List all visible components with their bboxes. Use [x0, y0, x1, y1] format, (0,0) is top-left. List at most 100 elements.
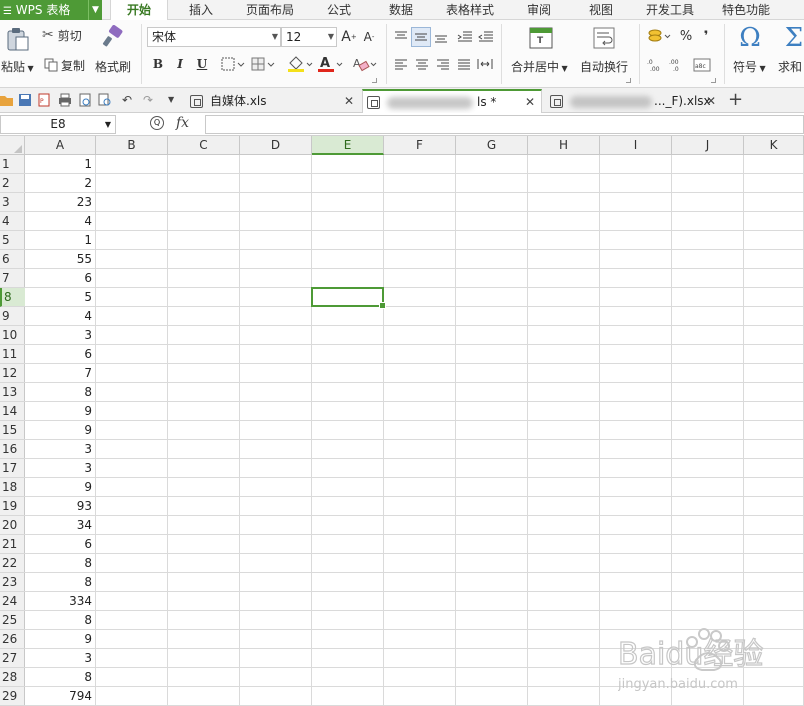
cell-a17[interactable]: 3: [25, 459, 95, 478]
row-header[interactable]: 27: [0, 649, 25, 668]
row-header[interactable]: 4: [0, 212, 25, 231]
cell-a24[interactable]: 334: [25, 592, 95, 611]
cell-a4[interactable]: 4: [25, 212, 95, 231]
wrap-text-button[interactable]: [592, 26, 616, 50]
row-header[interactable]: 1: [0, 155, 25, 174]
column-header-e[interactable]: E: [312, 136, 384, 155]
tab-page-layout[interactable]: 页面布局: [246, 0, 294, 20]
increase-font-icon[interactable]: A +: [340, 27, 358, 47]
column-header-c[interactable]: C: [168, 136, 240, 155]
thousands-separator-button[interactable]: ❜: [699, 27, 713, 45]
cell-a13[interactable]: 8: [25, 383, 95, 402]
row-header[interactable]: 17: [0, 459, 25, 478]
new-tab-plus-icon[interactable]: +: [728, 89, 743, 110]
merge-center-button[interactable]: T: [528, 26, 554, 50]
row-header[interactable]: 21: [0, 535, 25, 554]
cut-button[interactable]: ✂ 剪切: [42, 26, 90, 44]
tab-data[interactable]: 数据: [389, 0, 413, 20]
borders-button[interactable]: [220, 56, 246, 72]
column-header-j[interactable]: J: [672, 136, 744, 155]
tab-table-style[interactable]: 表格样式: [446, 0, 494, 20]
row-header[interactable]: 3: [0, 193, 25, 212]
row-header[interactable]: 10: [0, 326, 25, 345]
percent-button[interactable]: %: [677, 27, 695, 45]
cell-style-button[interactable]: [250, 56, 276, 72]
insert-function-button[interactable]: fx: [176, 115, 189, 131]
tab-insert[interactable]: 插入: [189, 0, 213, 20]
chevron-down-icon[interactable]: ▼: [88, 0, 102, 20]
distribute-button[interactable]: [476, 56, 494, 72]
row-header[interactable]: 16: [0, 440, 25, 459]
row-header[interactable]: 20: [0, 516, 25, 535]
align-top-button[interactable]: [392, 28, 410, 46]
row-header[interactable]: 8: [0, 288, 25, 307]
format-painter-button[interactable]: [99, 24, 127, 50]
cell-a6[interactable]: 55: [25, 250, 95, 269]
row-header[interactable]: 12: [0, 364, 25, 383]
close-icon[interactable]: ✕: [525, 91, 535, 113]
export-pdf-icon[interactable]: P: [37, 93, 51, 107]
cell-a1[interactable]: 1: [25, 155, 95, 174]
row-header[interactable]: 2: [0, 174, 25, 193]
column-header-h[interactable]: H: [528, 136, 600, 155]
row-header[interactable]: 9: [0, 307, 25, 326]
wrap-text-label[interactable]: 自动换行: [580, 58, 628, 75]
underline-button[interactable]: U: [194, 54, 210, 74]
zoom-icon[interactable]: Q: [150, 116, 164, 130]
font-dialog-launcher[interactable]: [372, 78, 377, 83]
doc-tab-2[interactable]: ls * ✕: [362, 89, 542, 113]
cell-a9[interactable]: 4: [25, 307, 95, 326]
align-left-button[interactable]: [392, 56, 410, 72]
tab-formulas[interactable]: 公式: [327, 0, 351, 20]
column-header-i[interactable]: I: [600, 136, 672, 155]
cell-a10[interactable]: 3: [25, 326, 95, 345]
cell-a14[interactable]: 9: [25, 402, 95, 421]
tab-home[interactable]: 开始: [110, 0, 168, 21]
row-header[interactable]: 24: [0, 592, 25, 611]
sum-label[interactable]: 求和: [778, 58, 802, 75]
selected-cell[interactable]: [311, 287, 386, 309]
cell-a2[interactable]: 2: [25, 174, 95, 193]
cell-a21[interactable]: 6: [25, 535, 95, 554]
row-header[interactable]: 15: [0, 421, 25, 440]
align-middle-button[interactable]: [411, 27, 431, 47]
cell-a3[interactable]: 23: [25, 193, 95, 212]
merge-center-label[interactable]: 合并居中 ▼: [511, 58, 568, 75]
column-header-b[interactable]: B: [96, 136, 168, 155]
currency-format-button[interactable]: [646, 27, 674, 45]
cell-a20[interactable]: 34: [25, 516, 95, 535]
clear-format-button[interactable]: A: [350, 54, 378, 74]
italic-button[interactable]: I: [172, 54, 188, 74]
decrease-indent-button[interactable]: [456, 28, 474, 46]
row-header[interactable]: 5: [0, 231, 25, 250]
tab-review[interactable]: 审阅: [527, 0, 551, 20]
row-header[interactable]: 28: [0, 668, 25, 687]
doc-tab-3[interactable]: ..._F).xlsx ✕: [546, 90, 722, 112]
alignment-dialog-launcher[interactable]: [626, 78, 631, 83]
cell-a28[interactable]: 8: [25, 668, 95, 687]
app-menu-button[interactable]: ☰ WPS 表格 ▼: [0, 0, 102, 20]
cell-a25[interactable]: 8: [25, 611, 95, 630]
bold-button[interactable]: B: [150, 54, 166, 74]
tab-special-features[interactable]: 特色功能: [722, 0, 770, 20]
open-folder-icon[interactable]: [0, 93, 14, 107]
row-header[interactable]: 6: [0, 250, 25, 269]
zoom-preview-icon[interactable]: [98, 93, 112, 107]
print-preview-icon[interactable]: [78, 93, 92, 107]
align-bottom-button[interactable]: [432, 28, 450, 46]
format-painter-label[interactable]: 格式刷: [95, 58, 131, 75]
cell-a29[interactable]: 794: [25, 687, 95, 706]
row-header[interactable]: 29: [0, 687, 25, 706]
cell-a11[interactable]: 6: [25, 345, 95, 364]
formula-input[interactable]: [205, 115, 804, 134]
cell-a18[interactable]: 9: [25, 478, 95, 497]
paste-button[interactable]: [4, 26, 32, 52]
cell-a22[interactable]: 8: [25, 554, 95, 573]
select-all-corner[interactable]: [0, 136, 25, 155]
omega-icon[interactable]: Ω: [736, 23, 764, 53]
copy-button[interactable]: 复制: [44, 56, 90, 74]
doc-tab-1[interactable]: 自媒体.xls ✕: [186, 90, 362, 112]
column-header-a[interactable]: A: [25, 136, 96, 155]
cell-a7[interactable]: 6: [25, 269, 95, 288]
row-header[interactable]: 11: [0, 345, 25, 364]
